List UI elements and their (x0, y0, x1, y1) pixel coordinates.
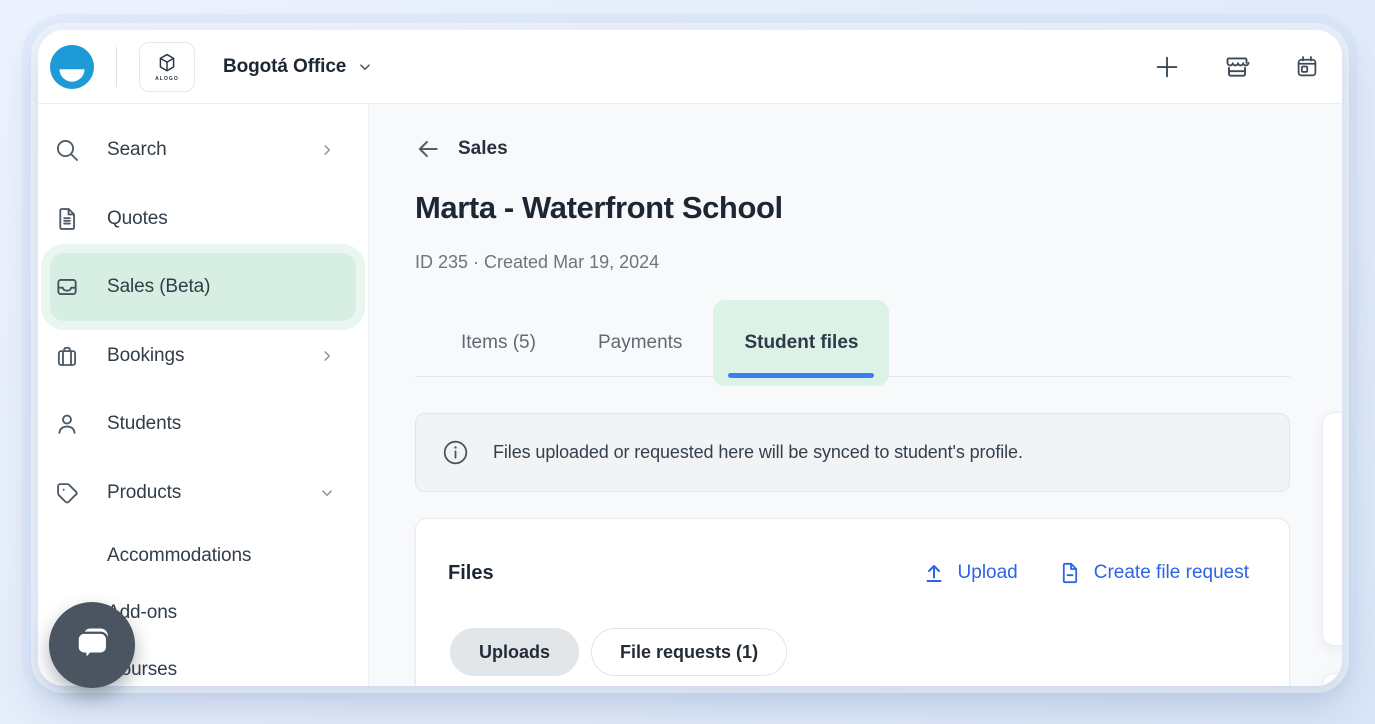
page-title: Marta - Waterfront School (415, 190, 783, 225)
sidebar-item-label: Quotes (107, 208, 168, 229)
create-file-request-button[interactable]: Create file request (1058, 561, 1249, 585)
upload-button[interactable]: Upload (922, 561, 1018, 585)
agency-logo[interactable]: ALOGO (139, 41, 195, 92)
sidebar-item-products[interactable]: Products (50, 469, 356, 517)
calendar-button[interactable] (1282, 42, 1332, 92)
main-content: Sales Marta - Waterfront School ID 235 ·… (369, 104, 1342, 686)
files-filter-row: Uploads File requests (1) (450, 628, 788, 676)
files-title: Files (448, 561, 494, 584)
info-banner-text: Files uploaded or requested here will be… (493, 442, 1023, 462)
tag-icon (57, 483, 78, 504)
file-icon (1062, 562, 1077, 584)
sidebar-item-label: Accommodations (107, 545, 252, 566)
tab-items[interactable]: Items (5) (430, 300, 567, 386)
tab-payments[interactable]: Payments (567, 300, 713, 386)
topbar-divider (116, 46, 117, 87)
workspace-name: Bogotá Office (223, 55, 347, 77)
filter-uploads[interactable]: Uploads (450, 628, 580, 676)
agency-logo-label: ALOGO (155, 75, 179, 82)
plus-icon (1156, 56, 1178, 77)
sidebar-item-students[interactable]: Students (50, 400, 356, 448)
files-card: Files Upload Create file request Uploads… (415, 518, 1290, 686)
upload-label: Upload (957, 562, 1018, 583)
tabs: Items (5) Payments Student files (415, 300, 1290, 386)
person-icon (58, 414, 76, 434)
sidebar-item-label: Students (107, 413, 182, 434)
add-button[interactable] (1142, 42, 1192, 92)
sidebar: Search Quotes Sales (Beta) Bookings Stud… (38, 104, 369, 686)
document-icon (59, 208, 75, 230)
chevron-down-icon (322, 490, 332, 496)
top-bar: ALOGO Bogotá Office (38, 30, 1342, 104)
sidebar-item-accommodations[interactable]: Accommodations (50, 532, 356, 580)
sidebar-item-label: Products (107, 482, 182, 503)
sidebar-item-bookings[interactable]: Bookings (50, 332, 356, 380)
sidebar-item-sales[interactable]: Sales (Beta) (50, 253, 356, 321)
cube-icon (159, 53, 175, 71)
marketplace-button[interactable] (1212, 42, 1262, 92)
chevron-right-icon (324, 351, 330, 361)
chevron-down-icon (360, 63, 371, 70)
topbar-actions (1142, 42, 1332, 92)
back-arrow-icon (418, 140, 438, 158)
sidebar-item-label: Search (107, 139, 167, 160)
calendar-icon (1297, 55, 1317, 76)
side-panel-card-clipped (1322, 673, 1342, 686)
chat-launcher[interactable] (49, 602, 135, 688)
files-card-header: Files Upload Create file request (448, 547, 1249, 599)
tab-student-files[interactable]: Student files (713, 300, 890, 386)
sidebar-item-search[interactable]: Search (50, 126, 356, 174)
page-meta: ID 235 · Created Mar 19, 2024 (415, 252, 660, 272)
chat-bubbles-icon (76, 628, 109, 661)
info-banner: Files uploaded or requested here will be… (415, 413, 1290, 492)
filter-file-requests[interactable]: File requests (1) (591, 628, 788, 676)
inbox-icon (57, 279, 77, 295)
briefcase-icon (57, 346, 77, 366)
sidebar-item-label: Sales (Beta) (107, 276, 211, 297)
chevron-right-icon (324, 145, 330, 155)
workspace-switcher[interactable]: Bogotá Office (223, 56, 374, 78)
side-panel-card-clipped (1322, 412, 1342, 646)
storefront-icon (1226, 56, 1250, 77)
app-window: ALOGO Bogotá Office Search Quotes Sales … (38, 30, 1342, 686)
search-icon (56, 139, 78, 161)
info-icon (443, 440, 468, 465)
upload-icon (926, 565, 942, 582)
desktop-background: ALOGO Bogotá Office Search Quotes Sales … (0, 0, 1375, 724)
create-file-request-label: Create file request (1093, 562, 1249, 583)
sidebar-item-quotes[interactable]: Quotes (50, 195, 356, 243)
back-label: Sales (458, 138, 508, 159)
back-button[interactable]: Sales (415, 135, 508, 163)
sidebar-item-label: Bookings (107, 345, 185, 366)
brand-logo[interactable] (50, 44, 94, 89)
